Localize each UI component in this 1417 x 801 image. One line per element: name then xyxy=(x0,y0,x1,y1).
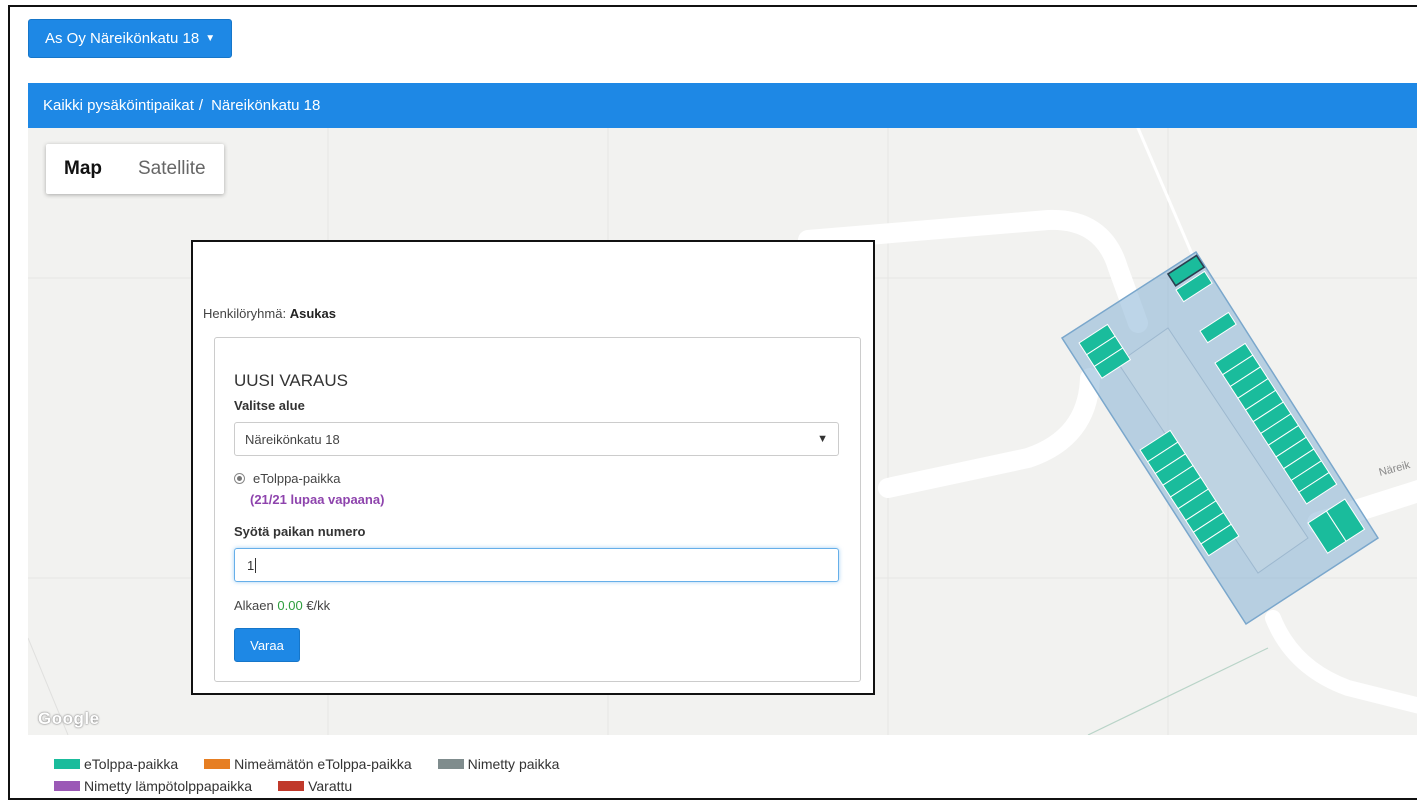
legend-label: Varattu xyxy=(308,778,353,794)
price-unit: €/kk xyxy=(306,598,331,613)
legend-label: Nimetty lämpötolppapaikka xyxy=(84,778,253,794)
text-cursor xyxy=(255,557,257,573)
organization-dropdown[interactable]: As Oy Näreikönkatu 18 ▼ xyxy=(28,19,233,58)
price-prefix: Alkaen xyxy=(234,598,274,613)
breadcrumb-current: Näreikönkatu 18 xyxy=(211,97,321,114)
price-text: Alkaen 0.00 €/kk xyxy=(234,598,330,613)
legend-label: Nimeämätön eTolppa-paikka xyxy=(234,756,412,772)
spot-number-input[interactable]: 1 xyxy=(234,548,839,582)
breadcrumb: Kaikki pysäköintipaikat / Näreikönkatu 1… xyxy=(28,83,1417,128)
legend-swatch xyxy=(278,781,305,791)
area-label: Valitse alue xyxy=(234,398,305,413)
legend-item-varattu: Varattu xyxy=(278,778,352,794)
reservation-card: UUSI VARAUS Valitse alue Näreikönkatu 18… xyxy=(214,337,861,682)
area-select-value: Näreikönkatu 18 xyxy=(245,431,340,447)
person-group: Henkilöryhmä: Asukas xyxy=(203,306,336,321)
spot-type-option[interactable]: eTolppa-paikka xyxy=(234,471,340,486)
reservation-modal: Henkilöryhmä: Asukas UUSI VARAUS Valitse… xyxy=(191,240,875,695)
legend-swatch xyxy=(54,759,80,769)
map-legend: eTolppa-paikka Nimeämätön eTolppa-paikka… xyxy=(54,753,559,797)
legend-item-nimetty: Nimetty paikka xyxy=(437,756,560,772)
person-group-value: Asukas xyxy=(289,306,336,321)
legend-swatch xyxy=(204,759,231,769)
breadcrumb-separator: / xyxy=(198,97,204,114)
organization-dropdown-label: As Oy Näreikönkatu 18 xyxy=(45,30,200,47)
dropdown-arrow-icon: ▼ xyxy=(817,433,828,445)
price-value: 0.00 xyxy=(277,598,303,613)
reservation-title: UUSI VARAUS xyxy=(234,371,348,390)
radio-button[interactable] xyxy=(234,473,245,484)
legend-label: eTolppa-paikka xyxy=(84,756,179,772)
street-label: Näreik xyxy=(1378,459,1412,479)
area-select[interactable]: Näreikönkatu 18 ▼ xyxy=(234,422,839,456)
spot-number-label: Syötä paikan numero xyxy=(234,524,366,539)
reserve-button[interactable]: Varaa xyxy=(234,628,300,662)
legend-swatch xyxy=(437,759,464,769)
caret-down-icon: ▼ xyxy=(205,33,216,44)
availability-text: (21/21 lupaa vapaana) xyxy=(250,492,385,507)
spot-number-value: 1 xyxy=(247,557,255,573)
person-group-label: Henkilöryhmä: xyxy=(203,306,287,321)
spot-type-label: eTolppa-paikka xyxy=(253,471,341,486)
map-type-control: Map Satellite xyxy=(46,144,224,194)
tab-map[interactable]: Map xyxy=(46,144,120,194)
legend-label: Nimetty paikka xyxy=(467,756,560,772)
tab-satellite[interactable]: Satellite xyxy=(120,144,224,194)
legend-item-nimeamaton: Nimeämätön eTolppa-paikka xyxy=(204,756,412,772)
legend-swatch xyxy=(54,781,80,791)
breadcrumb-root-link[interactable]: Kaikki pysäköintipaikat xyxy=(43,97,194,114)
legend-item-etolppa: eTolppa-paikka xyxy=(54,756,178,772)
legend-item-lampotolppa: Nimetty lämpötolppapaikka xyxy=(54,778,252,794)
google-logo: Google xyxy=(38,709,100,728)
